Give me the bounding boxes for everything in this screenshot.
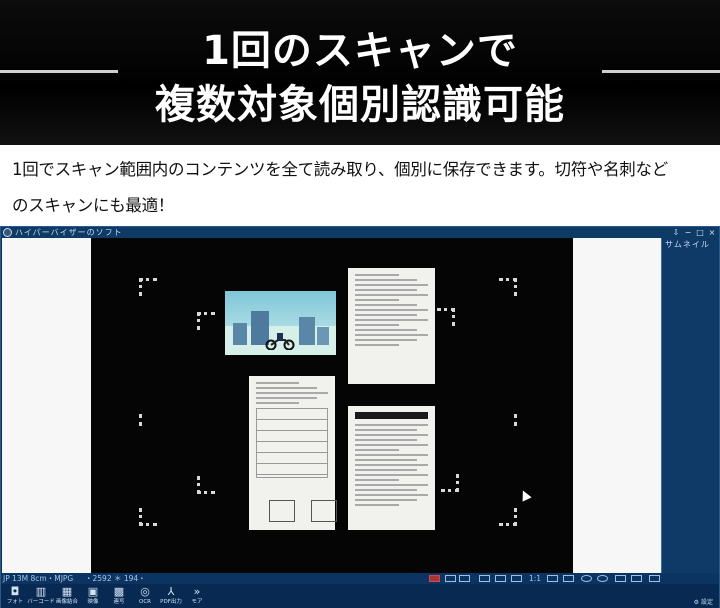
record-icon[interactable]	[429, 575, 440, 582]
settings-label: 設定	[700, 599, 713, 606]
crop-icon[interactable]	[445, 575, 456, 582]
crop-corner	[139, 278, 157, 296]
pin-icon[interactable]: ⇩	[671, 227, 681, 238]
card-illustration	[233, 323, 247, 345]
flip-icon[interactable]	[511, 575, 522, 582]
product-figure	[269, 500, 295, 522]
title-bar: ハイパーバイザーのソフト ⇩ − □ ×	[1, 227, 719, 238]
description-line1: 1回でスキャン範囲内のコンテンツを全て読み取り、個別に保存できます。切符や名刺な…	[12, 160, 668, 179]
crop-corner	[197, 476, 215, 494]
resolution-select[interactable]: JP 13M 8cm・MJPG	[3, 573, 73, 584]
adjust-icon[interactable]	[563, 575, 574, 582]
thumbnail-panel[interactable]: サムネイル	[661, 238, 719, 573]
thumbnail-panel-title: サムネイル	[665, 240, 710, 249]
app-logo-icon	[3, 228, 12, 237]
main-toolbar: ◘ フォト ▥ バーコード ▦ 画像結合 ▣ 映像 ▩ 連写 ◎ OCR ⅄ P…	[1, 584, 719, 608]
camera-icon: ◘	[10, 585, 20, 598]
promo-banner: 1回のスキャンで 複数対象個別認識可能	[0, 0, 720, 145]
app-title: ハイパーバイザーのソフト	[15, 228, 123, 237]
scanner-app-window: ハイパーバイザーのソフト ⇩ − □ × サムネイル JP 13M 8cm・MJ…	[0, 226, 720, 608]
settings-button[interactable]: ⚙ 設定	[694, 597, 713, 606]
link-icon[interactable]	[631, 575, 642, 582]
gear-icon: ⚙	[693, 599, 700, 606]
crop-corner	[441, 474, 459, 492]
banner-title-line2: 複数対象個別認識可能	[155, 82, 565, 128]
feature-description: 1回でスキャン範囲内のコンテンツを全て読み取り、個別に保存できます。切符や名刺な…	[12, 152, 712, 224]
spec-table	[256, 408, 328, 478]
continuous-icon: ▩	[113, 585, 125, 598]
crop-corner	[139, 414, 157, 426]
scanned-business-card[interactable]	[225, 291, 336, 355]
more-button[interactable]: » モア	[185, 585, 209, 606]
motorbike-icon	[265, 333, 295, 350]
banner-title-line1: 1回のスキャンで	[202, 28, 518, 74]
image-size-readout: ・2592 ＊ 194・	[85, 574, 146, 583]
rotate-left-icon[interactable]	[479, 575, 490, 582]
barcode-icon: ▥	[35, 585, 47, 598]
crop-corner	[437, 308, 455, 326]
product-figure	[311, 500, 337, 522]
fullscreen-icon[interactable]	[547, 575, 558, 582]
crop-corner	[499, 278, 517, 296]
status-bar: JP 13M 8cm・MJPG ・2592 ＊ 194・ 1:1	[1, 573, 719, 584]
scanned-notice[interactable]	[348, 406, 435, 530]
card-illustration	[299, 317, 315, 345]
rotate-icon[interactable]	[615, 575, 626, 582]
fit-icon[interactable]	[459, 575, 470, 582]
merge-icon: ▦	[61, 585, 73, 598]
description-line2: のスキャンにも最適！	[12, 196, 175, 215]
video-icon: ▣	[87, 585, 99, 598]
scanned-manual-page[interactable]	[249, 376, 337, 530]
mouse-cursor-icon	[518, 488, 532, 502]
close-button[interactable]: ×	[707, 227, 717, 238]
maximize-button[interactable]: □	[695, 227, 705, 238]
card-illustration	[317, 327, 329, 345]
notice-header	[355, 412, 428, 419]
ocr-icon: ◎	[140, 585, 150, 598]
zoom-out-icon[interactable]	[597, 575, 608, 582]
tool-label: モア	[191, 599, 203, 605]
pdf-icon: ⅄	[167, 585, 175, 598]
minimize-button[interactable]: −	[683, 227, 693, 238]
crop-corner	[499, 508, 517, 526]
scanned-document[interactable]	[348, 268, 435, 384]
camera-switch-icon[interactable]	[649, 575, 660, 582]
crop-corner	[499, 414, 517, 426]
zoom-in-icon[interactable]	[581, 575, 592, 582]
crop-corner	[139, 508, 157, 526]
actual-size-button[interactable]: 1:1	[529, 573, 541, 584]
camera-preview[interactable]	[91, 238, 573, 573]
rotate-right-icon[interactable]	[495, 575, 506, 582]
more-icon: »	[193, 585, 201, 598]
crop-corner	[197, 312, 215, 330]
preview-stage	[2, 238, 661, 573]
